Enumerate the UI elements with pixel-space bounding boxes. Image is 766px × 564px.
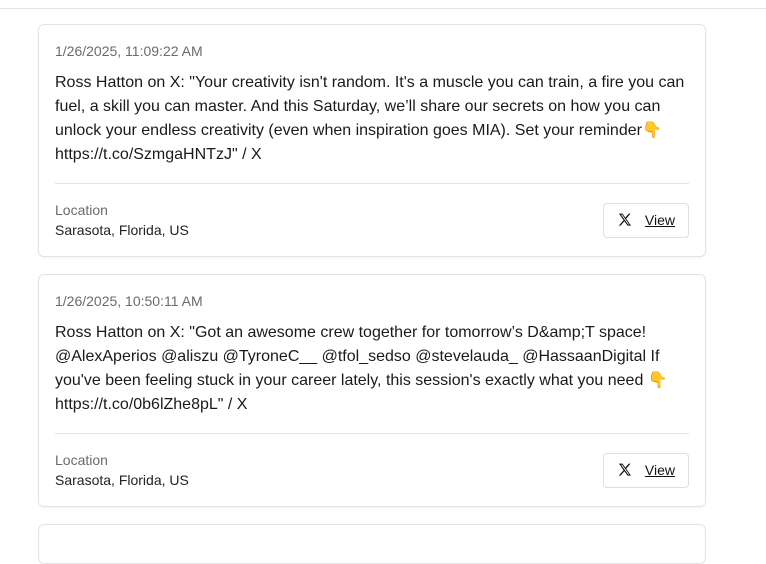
post-timestamp: 1/26/2025, 10:50:11 AM bbox=[55, 293, 203, 309]
x-logo-icon bbox=[617, 462, 633, 478]
view-button[interactable]: View bbox=[602, 452, 689, 488]
post-card: 1/26/2025, 11:09:22 AM Ross Hatton on X:… bbox=[38, 24, 706, 257]
post-timestamp: 1/26/2025, 11:09:22 AM bbox=[55, 43, 203, 59]
x-logo-icon bbox=[617, 212, 633, 228]
post-card: 1/26/2025, 10:50:11 AM Ross Hatton on X:… bbox=[38, 274, 706, 507]
location-label: Location bbox=[55, 452, 108, 468]
post-text: Ross Hatton on X: "Your creativity isn't… bbox=[55, 74, 689, 163]
post-feed: 1/26/2025, 11:09:22 AM Ross Hatton on X:… bbox=[38, 24, 706, 564]
post-footer: Location Sarasota, Florida, US View bbox=[55, 184, 689, 256]
location-block: Location Sarasota, Florida, US bbox=[55, 450, 189, 490]
view-button[interactable]: View bbox=[602, 202, 689, 238]
post-card bbox=[38, 524, 706, 564]
location-value: Sarasota, Florida, US bbox=[55, 472, 189, 488]
location-value: Sarasota, Florida, US bbox=[55, 222, 189, 238]
post-text: Ross Hatton on X: "Got an awesome crew t… bbox=[55, 324, 673, 413]
view-button-label: View bbox=[644, 462, 675, 478]
location-block: Location Sarasota, Florida, US bbox=[55, 200, 189, 240]
view-button-label: View bbox=[644, 212, 675, 228]
location-label: Location bbox=[55, 202, 108, 218]
post-footer: Location Sarasota, Florida, US View bbox=[55, 434, 689, 506]
header-divider bbox=[0, 8, 766, 9]
